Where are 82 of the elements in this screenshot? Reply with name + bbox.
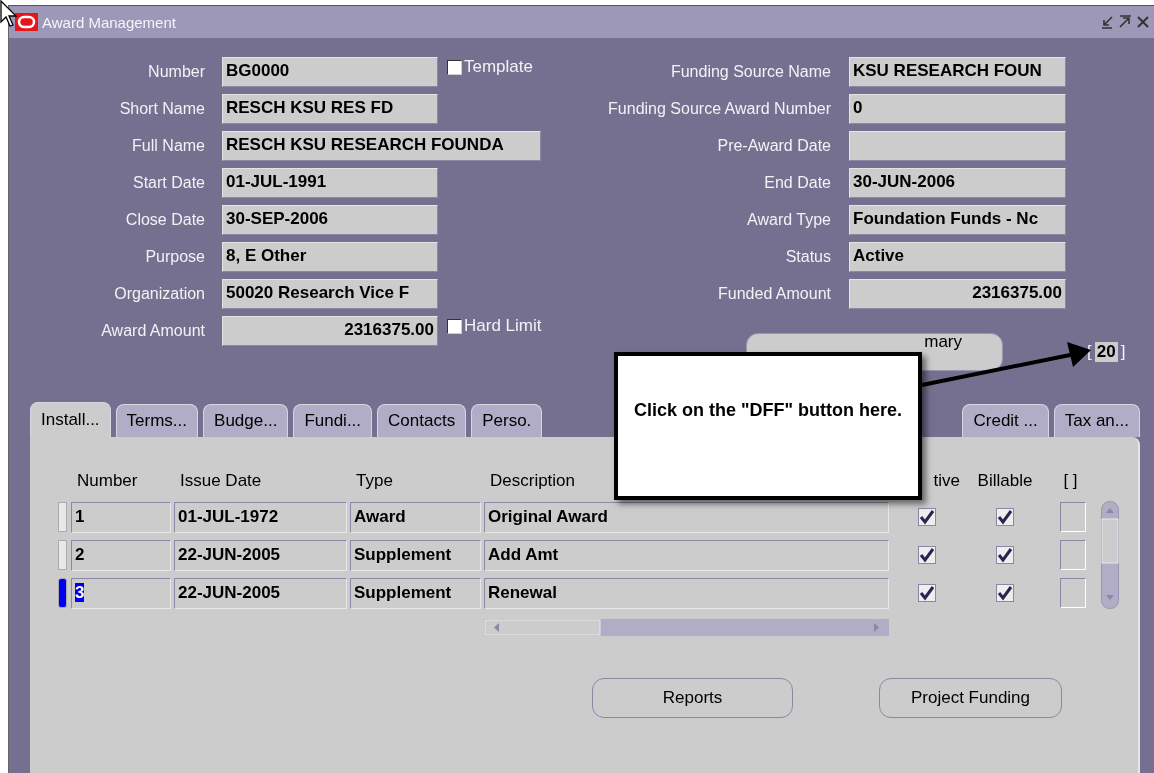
table-cell[interactable]: 1 xyxy=(71,501,171,533)
tab[interactable]: Budge... xyxy=(203,404,289,437)
input-field[interactable] xyxy=(1060,502,1086,532)
field-label: Award Type xyxy=(746,211,831,229)
table-cell[interactable]: Award xyxy=(350,501,481,533)
input-field[interactable]: 2316375.00 xyxy=(222,316,438,346)
column-header: Type xyxy=(355,471,394,492)
table-cell[interactable]: Supplement xyxy=(350,577,481,609)
minimize-icon[interactable] xyxy=(1100,15,1114,29)
field-label: Pre-Award Date xyxy=(716,137,831,155)
close-icon[interactable] xyxy=(1136,15,1150,29)
tab[interactable]: Perso. xyxy=(471,404,543,437)
tab[interactable]: Fundi... xyxy=(293,404,373,437)
record-indicator[interactable] xyxy=(58,578,67,608)
input-field[interactable]: 50020 Research Vice F xyxy=(222,279,438,309)
checkbox[interactable] xyxy=(447,59,462,75)
window-title: Award Management xyxy=(42,13,176,31)
input-field[interactable]: 01-JUL-1991 xyxy=(222,168,438,198)
table-cell[interactable]: Add Amt xyxy=(484,539,889,571)
input-field[interactable]: 8, E Other xyxy=(222,242,438,272)
field-label: Award Amount xyxy=(100,322,205,340)
input-field[interactable]: BG0000 xyxy=(222,57,438,87)
input-field[interactable]: Foundation Funds - Nc xyxy=(849,205,1066,235)
checkbox[interactable] xyxy=(918,508,936,526)
input-field[interactable] xyxy=(1060,540,1086,570)
tab[interactable]: Terms... xyxy=(115,404,199,437)
checkbox[interactable] xyxy=(447,318,462,334)
field-label: Close Date xyxy=(124,211,205,229)
record-count: 20 xyxy=(1094,342,1118,362)
checkbox[interactable] xyxy=(996,546,1014,564)
tab[interactable]: Contacts xyxy=(377,404,467,437)
input-field[interactable]: 30-JUN-2006 xyxy=(849,168,1066,198)
field-label: Short Name xyxy=(118,100,205,118)
field-label: Full Name xyxy=(131,137,205,155)
checkbox-label: Hard Limit xyxy=(464,316,542,336)
column-header: Issue Date xyxy=(179,471,263,492)
table-cell[interactable]: Renewal xyxy=(484,577,889,609)
tab[interactable]: Install... xyxy=(30,402,111,437)
table-cell[interactable]: 2 xyxy=(71,539,171,571)
checkbox[interactable] xyxy=(918,546,936,564)
field-label: End Date xyxy=(763,174,831,192)
table-cell[interactable]: 3 xyxy=(71,577,171,609)
horizontal-scrollbar[interactable] xyxy=(484,619,889,636)
input-field[interactable]: 30-SEP-2006 xyxy=(222,205,438,235)
checkbox[interactable] xyxy=(996,508,1014,526)
callout-text: Click on the "DFF" button here. xyxy=(633,400,903,420)
field-label: Purpose xyxy=(144,248,205,266)
field-label: Number xyxy=(147,63,205,81)
column-header: Number xyxy=(76,471,139,492)
field-label: Status xyxy=(784,248,831,266)
checkbox[interactable] xyxy=(996,584,1014,602)
checkbox[interactable] xyxy=(918,584,936,602)
vertical-scrollbar[interactable] xyxy=(1101,501,1119,609)
checkbox-label: Template xyxy=(464,57,533,77)
action-button[interactable]: Reports xyxy=(592,678,793,718)
input-field[interactable]: KSU RESEARCH FOUN xyxy=(849,57,1066,87)
column-header: Billable xyxy=(976,471,1034,492)
field-label: Funding Source Award Number xyxy=(607,100,831,118)
table-cell[interactable]: 01-JUL-1972 xyxy=(174,501,347,533)
column-header: Description xyxy=(489,471,577,492)
input-field[interactable]: 2316375.00 xyxy=(849,279,1066,309)
input-field[interactable]: 0 xyxy=(849,94,1066,124)
input-field[interactable]: Active xyxy=(849,242,1066,272)
table-cell[interactable]: Supplement xyxy=(350,539,481,571)
column-header: [ ] xyxy=(1062,471,1079,492)
table-cell[interactable]: 22-JUN-2005 xyxy=(174,577,347,609)
column-header: tive xyxy=(932,471,961,492)
tab[interactable]: Credit ... xyxy=(962,404,1049,437)
field-label: Organization xyxy=(113,285,205,303)
input-field[interactable] xyxy=(1060,578,1086,608)
field-label: Funded Amount xyxy=(717,285,831,303)
table-cell[interactable]: Original Award xyxy=(484,501,889,533)
field-label: Funding Source Name xyxy=(669,63,831,81)
tab[interactable]: Tax an... xyxy=(1053,404,1140,437)
maximize-icon[interactable] xyxy=(1118,15,1132,29)
input-field[interactable]: RESCH KSU RES FD xyxy=(222,94,438,124)
field-label: Start Date xyxy=(131,174,205,192)
bracket: ] xyxy=(1120,342,1126,362)
input-field[interactable]: RESCH KSU RESEARCH FOUNDA xyxy=(222,131,541,161)
action-button[interactable]: Project Funding xyxy=(879,678,1062,718)
table-cell[interactable]: 22-JUN-2005 xyxy=(174,539,347,571)
logo-icon xyxy=(15,13,38,31)
